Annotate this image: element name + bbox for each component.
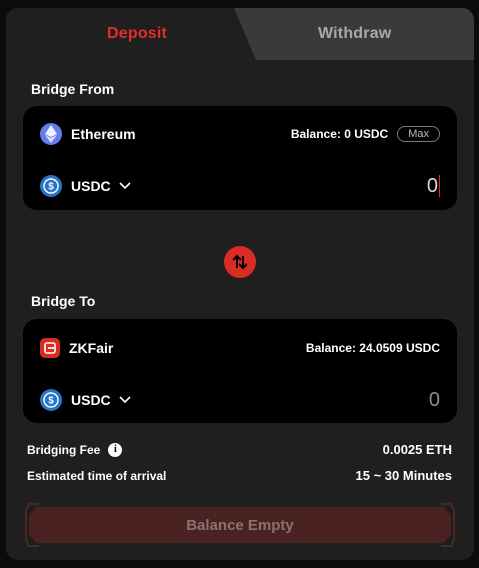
swap-arrows-icon bbox=[231, 253, 249, 271]
bridging-fee-label: Bridging Fee bbox=[27, 442, 101, 457]
bridge-to-balance: Balance: 24.0509 USDC bbox=[305, 341, 440, 355]
chevron-down-icon[interactable] bbox=[119, 394, 131, 406]
bridge-to-token-row: $ USDC bbox=[40, 388, 440, 412]
tab-bar: Deposit Withdraw bbox=[6, 8, 474, 60]
bridge-from-network-row: Ethereum Balance: 0 USDC Max bbox=[40, 122, 440, 146]
bridge-to-label: Bridge To bbox=[31, 293, 96, 309]
usdc-icon: $ bbox=[40, 389, 62, 411]
bridge-from-label: Bridge From bbox=[31, 81, 115, 97]
eta-row: Estimated time of arrival 15 ~ 30 Minute… bbox=[27, 468, 452, 483]
eta-value: 15 ~ 30 Minutes bbox=[355, 468, 452, 483]
bridge-from-balance: Balance: 0 USDC bbox=[290, 127, 389, 141]
bridge-from-card: Ethereum Balance: 0 USDC Max $ USDC bbox=[23, 106, 457, 210]
tab-deposit[interactable]: Deposit bbox=[107, 25, 167, 43]
chevron-down-icon[interactable] bbox=[119, 180, 131, 192]
tab-withdraw[interactable]: Withdraw bbox=[318, 25, 391, 43]
bridge-to-token-name[interactable]: USDC bbox=[71, 392, 111, 408]
bridge-panel: Deposit Withdraw Bridge From Ethereum Ba… bbox=[6, 8, 474, 560]
bridge-to-network-row: ZKFair Balance: 24.0509 USDC bbox=[40, 336, 440, 360]
balance-empty-button[interactable]: Balance Empty bbox=[29, 507, 451, 543]
swap-direction-button[interactable] bbox=[224, 246, 256, 278]
bridge-from-network-name: Ethereum bbox=[71, 126, 136, 142]
bridge-from-amount-input[interactable] bbox=[318, 174, 438, 198]
bridging-fee-value: 0.0025 ETH bbox=[382, 442, 452, 457]
svg-text:$: $ bbox=[48, 396, 54, 407]
bridging-fee-row: Bridging Fee i 0.0025 ETH bbox=[27, 442, 452, 457]
svg-text:$: $ bbox=[48, 182, 54, 193]
bridge-to-card: ZKFair Balance: 24.0509 USDC $ USDC bbox=[23, 319, 457, 423]
usdc-icon: $ bbox=[40, 175, 62, 197]
bridge-from-token-name[interactable]: USDC bbox=[71, 178, 111, 194]
bridge-from-token-row: $ USDC bbox=[40, 174, 440, 198]
eta-label: Estimated time of arrival bbox=[27, 468, 167, 483]
max-button[interactable]: Max bbox=[397, 126, 440, 142]
info-icon[interactable]: i bbox=[108, 442, 123, 457]
bridge-to-amount-output bbox=[320, 388, 440, 412]
ethereum-icon bbox=[40, 123, 62, 145]
bridge-to-network-name: ZKFair bbox=[69, 340, 114, 356]
zkfair-icon bbox=[40, 338, 60, 358]
text-caret bbox=[439, 175, 440, 197]
